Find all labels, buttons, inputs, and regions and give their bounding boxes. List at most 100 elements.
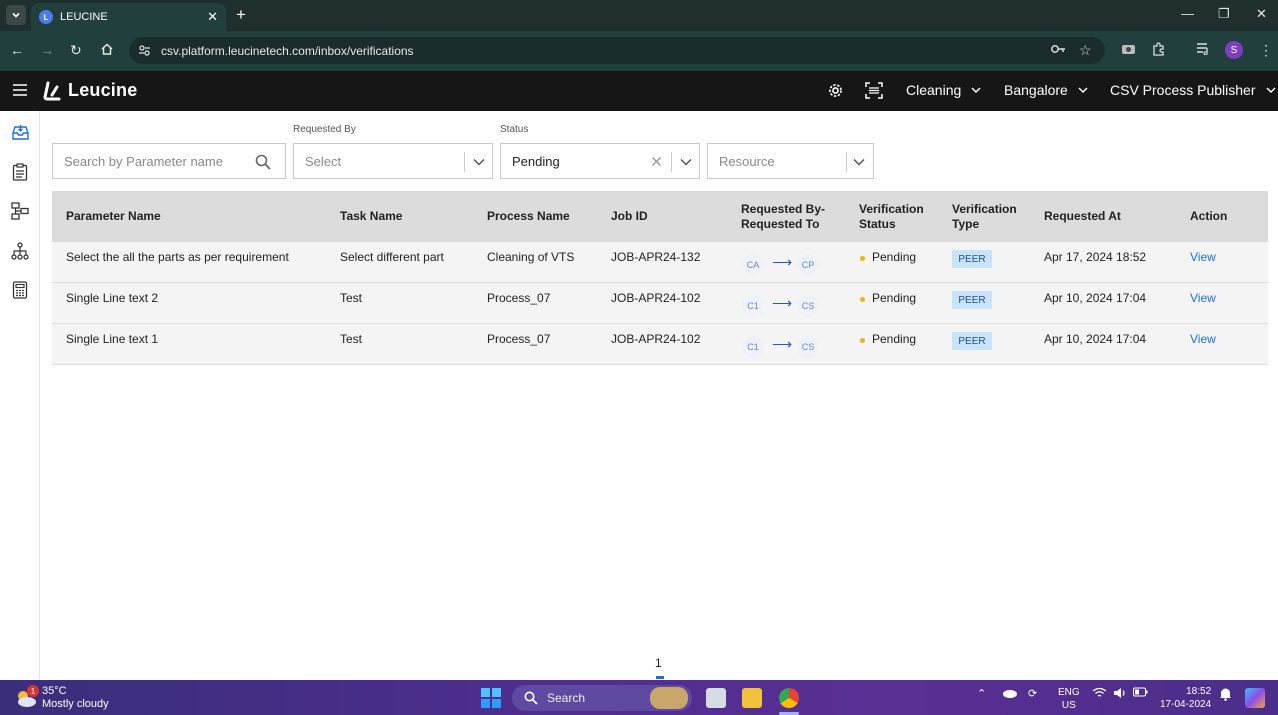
status-select[interactable]: Pending xyxy=(500,143,700,179)
forward-arrow-icon[interactable]: → xyxy=(40,42,54,58)
requested-by-avatar[interactable]: C1 xyxy=(742,295,764,317)
home-icon[interactable] xyxy=(100,42,114,56)
copilot-icon[interactable] xyxy=(1245,688,1265,708)
leucine-logo[interactable]: Leucine xyxy=(42,80,137,101)
language-line1: ENG xyxy=(1058,687,1080,698)
system-clock[interactable]: 18:52 17-04-2024 xyxy=(1160,685,1211,711)
role-dropdown[interactable]: CSV Process Publisher xyxy=(1110,82,1276,98)
cell-process-name: Process_07 xyxy=(487,291,551,305)
requested-by-select[interactable]: Select xyxy=(293,143,493,179)
right-arrow-icon: ⟶ xyxy=(772,295,793,311)
cell-job-id: JOB-APR24-102 xyxy=(611,291,701,305)
new-tab-plus-icon[interactable]: + xyxy=(236,5,246,25)
requested-to-avatar[interactable]: CP xyxy=(797,254,819,276)
tab-close-icon[interactable]: ✕ xyxy=(207,9,218,25)
chevron-down-icon xyxy=(971,86,981,93)
os-taskbar: 1 35°C Mostly cloudy Search ⌃ ⟳ ENG US 1… xyxy=(0,680,1278,715)
sidebar-item-reports[interactable] xyxy=(9,279,31,301)
right-arrow-icon: ⟶ xyxy=(772,254,793,270)
cell-parameter-name: Select the all the parts as per requirem… xyxy=(66,250,289,264)
col-requested-at: Requested At xyxy=(1044,209,1121,223)
table-row[interactable]: Single Line text 1 Test Process_07 JOB-A… xyxy=(52,324,1268,365)
col-job-id: Job ID xyxy=(611,209,648,223)
inbox-tray-icon xyxy=(11,124,29,140)
password-key-icon[interactable] xyxy=(1050,42,1067,56)
weather-condition-text: Mostly cloudy xyxy=(42,698,109,710)
table-row[interactable]: Select the all the parts as per requirem… xyxy=(52,242,1268,283)
address-bar[interactable]: csv.platform.leucinetech.com/inbox/verif… xyxy=(129,37,1105,64)
browser-tab-strip: L LEUCINE ✕ + — ❐ ✕ xyxy=(0,0,1278,31)
chevron-down-icon xyxy=(1078,86,1088,93)
col-parameter-name: Parameter Name xyxy=(66,209,161,223)
requested-by-placeholder: Select xyxy=(305,153,342,169)
calculator-icon xyxy=(12,281,28,299)
scan-qr-icon[interactable] xyxy=(865,82,883,99)
requested-by-avatar[interactable]: C1 xyxy=(742,336,764,358)
extensions-puzzle-icon[interactable] xyxy=(1151,42,1166,57)
bookmark-star-icon[interactable]: ☆ xyxy=(1079,42,1092,59)
sidebar-item-ontology[interactable] xyxy=(9,240,31,262)
onedrive-cloud-icon[interactable] xyxy=(1002,687,1018,698)
taskbar-search-box[interactable]: Search xyxy=(512,685,692,711)
window-restore-icon[interactable]: ❐ xyxy=(1218,6,1230,22)
search-icon xyxy=(524,691,538,705)
show-hidden-icons-chevron-up-icon[interactable]: ⌃ xyxy=(977,687,986,700)
view-link[interactable]: View xyxy=(1190,250,1216,264)
parameter-search-input[interactable]: Search by Parameter name xyxy=(52,143,286,179)
screenshot-extension-icon[interactable] xyxy=(1121,42,1136,55)
notification-bell-icon[interactable] xyxy=(1219,687,1232,701)
sidebar-item-inbox[interactable] xyxy=(9,121,31,143)
clock-time: 18:52 xyxy=(1186,686,1212,697)
browser-tab[interactable]: L LEUCINE ✕ xyxy=(31,3,226,31)
chrome-browser-icon[interactable] xyxy=(779,688,799,708)
search-icon[interactable] xyxy=(255,154,271,170)
task-view-icon[interactable] xyxy=(706,688,726,708)
cell-verification-status: Pending xyxy=(872,291,917,305)
table-header: Parameter Name Task Name Process Name Jo… xyxy=(52,191,1268,242)
cell-task-name: Test xyxy=(340,291,363,305)
settings-gear-icon[interactable] xyxy=(827,82,844,99)
app-header: Leucine Cleaning Bangalore CSV Process P… xyxy=(0,71,1278,111)
leucine-logo-mark-icon xyxy=(43,81,61,100)
back-arrow-icon[interactable]: ← xyxy=(10,42,24,58)
reload-icon[interactable]: ↻ xyxy=(70,42,82,59)
media-queue-icon[interactable] xyxy=(1196,42,1211,55)
file-explorer-icon[interactable] xyxy=(742,688,762,708)
facility-dropdown[interactable]: Cleaning xyxy=(906,82,981,98)
chevron-down-icon xyxy=(680,158,692,166)
view-link[interactable]: View xyxy=(1190,291,1216,305)
requested-to-avatar[interactable]: CS xyxy=(797,295,819,317)
sidebar-item-processes[interactable] xyxy=(9,200,31,222)
requested-by-avatar[interactable]: CA xyxy=(742,254,764,276)
browser-menu-kebab-icon[interactable]: ⋮ xyxy=(1259,42,1273,59)
resource-select[interactable]: Resource xyxy=(707,143,874,179)
cell-parameter-name: Single Line text 2 xyxy=(66,291,159,305)
search-placeholder: Search by Parameter name xyxy=(64,153,223,169)
windows-start-icon[interactable] xyxy=(481,688,501,708)
tab-search-menu[interactable] xyxy=(6,5,26,25)
site-info-icon[interactable] xyxy=(138,44,151,57)
wifi-icon[interactable] xyxy=(1092,687,1107,699)
tab-title: LEUCINE xyxy=(60,11,108,23)
col-verification-type-line2: Type xyxy=(952,217,980,231)
sidebar-item-jobs[interactable] xyxy=(9,161,31,183)
battery-icon[interactable] xyxy=(1133,687,1148,697)
verification-type-badge: PEER xyxy=(952,250,992,268)
window-minimize-icon[interactable]: — xyxy=(1181,6,1194,21)
verification-type-badge: PEER xyxy=(952,291,992,309)
chevron-down-icon xyxy=(1265,86,1276,93)
requested-to-avatar[interactable]: CS xyxy=(797,336,819,358)
clear-x-icon[interactable] xyxy=(651,156,662,167)
pagination-current-page[interactable]: 1 xyxy=(655,656,662,670)
col-verification-status-line1: Verification xyxy=(859,202,924,216)
view-link[interactable]: View xyxy=(1190,332,1216,346)
location-dropdown[interactable]: Bangalore xyxy=(1004,82,1088,98)
hamburger-menu-icon[interactable] xyxy=(12,83,28,97)
language-indicator[interactable]: ENG US xyxy=(1058,686,1080,712)
table-row[interactable]: Single Line text 2 Test Process_07 JOB-A… xyxy=(52,283,1268,324)
volume-speaker-icon[interactable] xyxy=(1113,687,1128,699)
window-close-icon[interactable]: ✕ xyxy=(1256,6,1267,22)
weather-widget[interactable]: 1 35°C Mostly cloudy xyxy=(14,685,109,711)
sync-refresh-icon[interactable]: ⟳ xyxy=(1028,687,1037,700)
profile-avatar[interactable]: S xyxy=(1225,41,1243,59)
